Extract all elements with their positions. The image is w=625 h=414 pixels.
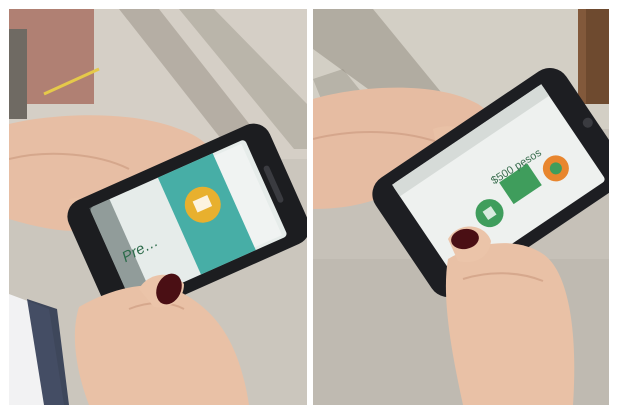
right-hand: [445, 243, 575, 405]
right-photo: $500 pesos: [313, 9, 609, 405]
left-photo: Pre…: [9, 9, 307, 405]
left-photo-scene: [9, 9, 307, 405]
pole: [9, 29, 27, 119]
right-photo-scene: [313, 9, 609, 405]
